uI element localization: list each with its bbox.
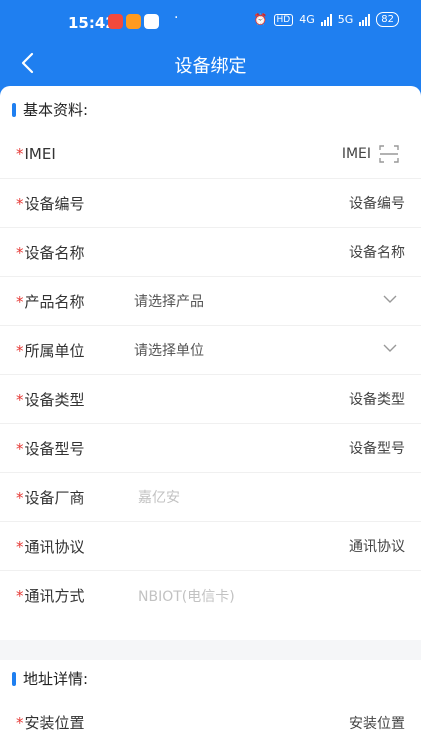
field-label: *所属单位 bbox=[16, 340, 85, 361]
chevron-down-icon[interactable] bbox=[383, 343, 397, 353]
install-location-input[interactable]: 安装位置 bbox=[349, 713, 405, 733]
label-text: 设备厂商 bbox=[24, 488, 85, 507]
label-text: IMEI bbox=[24, 145, 56, 163]
protocol-input[interactable]: 通讯协议 bbox=[349, 536, 405, 556]
section-title-basic: 基本资料: bbox=[12, 99, 88, 120]
required-mark: * bbox=[16, 488, 24, 507]
field-unit[interactable]: *所属单位 请选择单位 bbox=[0, 326, 421, 375]
field-label: *通讯方式 bbox=[16, 585, 85, 606]
field-label: *设备厂商 bbox=[16, 487, 85, 508]
signal-icon bbox=[359, 13, 371, 26]
required-mark: * bbox=[16, 439, 24, 458]
field-device-name[interactable]: *设备名称 设备名称 bbox=[0, 228, 421, 277]
network-label-2: 5G bbox=[337, 13, 354, 26]
app-notification-icon bbox=[108, 14, 123, 29]
device-no-input[interactable]: 设备编号 bbox=[349, 193, 405, 213]
status-right: ⏰ HD 4G 5G 82 bbox=[254, 12, 399, 27]
field-label: *设备类型 bbox=[16, 389, 85, 410]
required-mark: * bbox=[16, 194, 24, 213]
required-mark: * bbox=[16, 537, 24, 556]
field-label: *设备型号 bbox=[16, 438, 85, 459]
required-mark: * bbox=[16, 390, 24, 409]
field-label: *设备名称 bbox=[16, 242, 85, 263]
section-title-text: 地址详情: bbox=[23, 670, 89, 688]
label-text: 所属单位 bbox=[24, 341, 85, 360]
signal-icon bbox=[320, 13, 332, 26]
field-comm-method: *通讯方式 NBIOT(电信卡) bbox=[0, 571, 421, 620]
label-text: 设备编号 bbox=[24, 194, 85, 213]
network-label: 4G bbox=[299, 13, 315, 26]
battery-icon: 82 bbox=[376, 12, 399, 27]
field-label: *安装位置 bbox=[16, 712, 85, 733]
field-device-no[interactable]: *设备编号 设备编号 bbox=[0, 179, 421, 228]
unit-select[interactable]: 请选择单位 bbox=[134, 340, 204, 360]
label-text: 产品名称 bbox=[24, 292, 85, 311]
basic-info-card: 基本资料: *IMEI IMEI *设备编号 设备编号 *设备名称 设备名称 *… bbox=[0, 86, 421, 640]
device-model-input[interactable]: 设备型号 bbox=[349, 438, 405, 458]
alarm-icon: ⏰ bbox=[253, 13, 268, 26]
label-text: 安装位置 bbox=[24, 714, 85, 732]
device-type-input[interactable]: 设备类型 bbox=[349, 389, 405, 409]
field-install-location[interactable]: *安装位置 安装位置 bbox=[0, 698, 421, 747]
section-marker bbox=[12, 102, 16, 117]
required-mark: * bbox=[16, 145, 24, 163]
field-label: *IMEI bbox=[16, 145, 56, 163]
chevron-down-icon[interactable] bbox=[383, 294, 397, 304]
hd-badge: HD bbox=[273, 13, 294, 26]
device-name-input[interactable]: 设备名称 bbox=[349, 242, 405, 262]
section-title-text: 基本资料: bbox=[23, 101, 89, 119]
comm-method-value: NBIOT(电信卡) bbox=[138, 588, 235, 605]
field-device-type[interactable]: *设备类型 设备类型 bbox=[0, 375, 421, 424]
required-mark: * bbox=[16, 243, 24, 262]
required-mark: * bbox=[16, 587, 24, 605]
required-mark: * bbox=[16, 292, 24, 311]
label-text: 通讯方式 bbox=[24, 587, 85, 605]
section-title-address: 地址详情: bbox=[12, 668, 88, 689]
address-card: 地址详情: *安装位置 安装位置 bbox=[0, 660, 421, 750]
product-select[interactable]: 请选择产品 bbox=[134, 291, 204, 311]
label-text: 设备名称 bbox=[24, 243, 85, 262]
section-marker bbox=[12, 671, 16, 686]
field-manufacturer: *设备厂商 嘉亿安 bbox=[0, 473, 421, 522]
label-text: 设备型号 bbox=[24, 439, 85, 458]
nav-bar: 设备绑定 bbox=[0, 44, 421, 84]
app-notification-icon bbox=[144, 14, 159, 29]
field-label: *通讯协议 bbox=[16, 536, 85, 557]
required-mark: * bbox=[16, 714, 24, 732]
notification-icons bbox=[108, 14, 159, 29]
page-title: 设备绑定 bbox=[174, 56, 247, 77]
field-product-name[interactable]: *产品名称 请选择产品 bbox=[0, 277, 421, 326]
scan-icon[interactable] bbox=[379, 144, 399, 164]
more-dot-icon: · bbox=[174, 10, 179, 26]
required-mark: * bbox=[16, 341, 24, 360]
imei-input[interactable]: IMEI bbox=[342, 146, 371, 162]
field-device-model[interactable]: *设备型号 设备型号 bbox=[0, 424, 421, 473]
app-notification-icon bbox=[126, 14, 141, 29]
manufacturer-value: 嘉亿安 bbox=[138, 490, 180, 506]
status-bar: 15:42 · ⏰ HD 4G 5G 82 bbox=[0, 0, 421, 44]
label-text: 设备类型 bbox=[24, 390, 85, 409]
label-text: 通讯协议 bbox=[24, 537, 85, 556]
field-protocol[interactable]: *通讯协议 通讯协议 bbox=[0, 522, 421, 571]
field-label: *设备编号 bbox=[16, 193, 85, 214]
field-label: *产品名称 bbox=[16, 291, 85, 312]
field-imei[interactable]: *IMEI IMEI bbox=[0, 130, 421, 179]
